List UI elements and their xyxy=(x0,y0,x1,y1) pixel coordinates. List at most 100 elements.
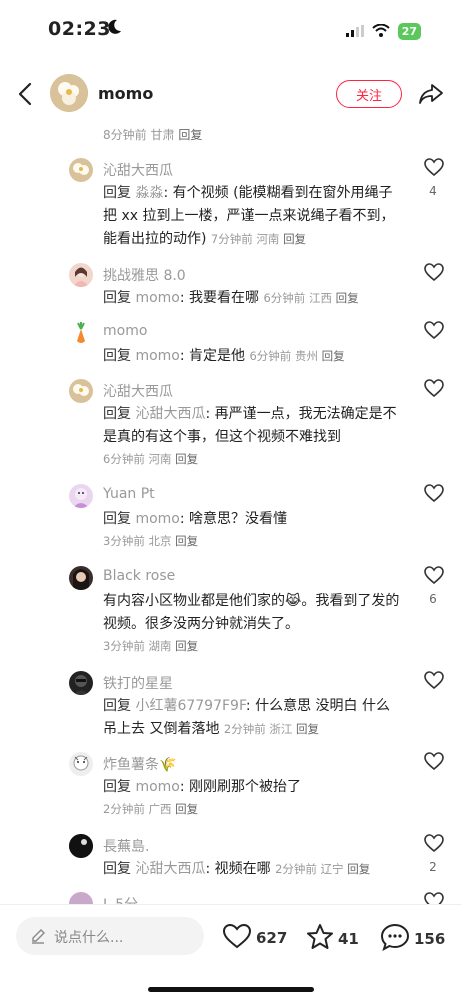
heart-icon[interactable] xyxy=(424,752,444,775)
reply-target[interactable]: momo xyxy=(135,290,179,306)
comment-count: 156 xyxy=(414,930,446,948)
comment-text[interactable]: 回复 momo: 啥意思？没看懂 3分钟前 北京 回复 xyxy=(103,508,403,551)
collect-button[interactable]: 41 xyxy=(306,923,359,954)
comment-location: 北京 xyxy=(148,534,172,548)
reply-prefix: 回复 xyxy=(103,861,131,877)
comment-content: 视频在哪 xyxy=(214,861,271,877)
commenter-name[interactable]: Yuan Pt xyxy=(103,486,155,502)
reply-target[interactable]: momo xyxy=(135,348,179,364)
reply-target[interactable]: 沁甜大西瓜 xyxy=(135,861,205,877)
avatar[interactable] xyxy=(69,834,93,858)
heart-icon[interactable] xyxy=(424,321,444,344)
reply-button[interactable]: 回复 xyxy=(175,534,198,548)
reply-button[interactable]: 回复 xyxy=(178,128,202,142)
comment-bubble-icon xyxy=(380,923,410,955)
avatar[interactable] xyxy=(69,484,93,508)
commenter-name[interactable]: 挑战雅思 8.0 xyxy=(103,265,186,285)
reply-target[interactable]: 沁甜大西瓜 xyxy=(135,406,205,422)
comment-time: 7分钟前 xyxy=(210,232,253,246)
reply-prefix: 回复 xyxy=(103,185,131,201)
comment-text[interactable]: 回复 沁甜大西瓜: 再严谨一点，我无法确定是不是真的有这个事，但这个视频不难找到… xyxy=(103,403,403,469)
previous-comment-meta: 8分钟前 甘肃 回复 xyxy=(103,126,202,143)
battery-indicator: 27 xyxy=(397,23,421,40)
avatar[interactable] xyxy=(69,566,93,590)
comment-time: 2分钟前 xyxy=(223,722,266,736)
comment-text[interactable]: 回复 淼淼: 有个视频 (能模糊看到在窗外用绳子把 xx 拉到上一楼，严谨一点来… xyxy=(103,182,403,251)
reply-prefix: 回复 xyxy=(103,348,131,364)
reply-button[interactable]: 回复 xyxy=(175,802,198,816)
comment-time: 3分钟前 xyxy=(103,639,145,653)
avatar[interactable] xyxy=(69,671,93,695)
status-time: 02:23 xyxy=(48,18,111,40)
comment-location: 河南 xyxy=(148,452,172,466)
reply-prefix: 回复 xyxy=(103,290,131,306)
reply-target[interactable]: momo xyxy=(135,779,179,795)
avatar[interactable] xyxy=(69,263,93,287)
heart-icon[interactable] xyxy=(424,834,444,857)
back-icon[interactable] xyxy=(16,82,36,110)
commenter-name[interactable]: 沁甜大西瓜 xyxy=(103,381,173,401)
commenter-name[interactable]: Black rose xyxy=(103,568,175,584)
status-bar: 02:23 27 xyxy=(0,0,461,60)
avatar[interactable] xyxy=(69,321,93,345)
comment-time: 6分钟前 xyxy=(103,452,145,466)
reply-button[interactable]: 回复 xyxy=(175,639,198,653)
comment-content: 我要看在哪 xyxy=(189,290,260,306)
comment-content: 啥意思？没看懂 xyxy=(189,511,288,527)
comment-text[interactable]: 回复 沁甜大西瓜: 视频在哪 2分钟前 辽宁 回复 xyxy=(103,858,403,881)
commenter-name[interactable]: 铁打的星星 xyxy=(103,673,173,693)
like-count: 4 xyxy=(429,184,437,198)
reply-button[interactable]: 回复 xyxy=(322,349,345,363)
post-header: momo 关注 xyxy=(0,68,461,124)
avatar[interactable] xyxy=(69,752,93,776)
avatar[interactable] xyxy=(69,158,93,182)
reply-button[interactable]: 回复 xyxy=(283,232,306,246)
heart-icon[interactable] xyxy=(424,379,444,402)
share-icon[interactable] xyxy=(418,82,444,110)
comment-content: 有内容小区物业都是他们家的😹。我看到了发的视频。很多没两分钟就消失了。 xyxy=(103,593,400,632)
heart-icon[interactable] xyxy=(424,158,444,181)
comment-text[interactable]: 回复 小红薯67797F9F: 什么意思 没明白 什么吊上去 又倒着落地 2分钟… xyxy=(103,695,403,741)
reply-prefix: 回复 xyxy=(103,511,131,527)
reply-button[interactable]: 回复 xyxy=(347,862,370,876)
like-count: 6 xyxy=(429,592,437,606)
comment-location: 甘肃 xyxy=(150,128,175,142)
like-count: 2 xyxy=(429,860,437,874)
like-count: 627 xyxy=(256,929,288,947)
reply-button[interactable]: 回复 xyxy=(296,722,319,736)
author-name[interactable]: momo xyxy=(98,84,153,103)
comment-location: 江西 xyxy=(308,291,332,305)
comment-content: 肯定是他 xyxy=(189,348,246,364)
comment-text[interactable]: 回复 momo: 我要看在哪 6分钟前 江西 回复 xyxy=(103,287,403,310)
home-indicator xyxy=(148,987,314,992)
moon-icon xyxy=(108,19,122,39)
reply-button[interactable]: 回复 xyxy=(336,291,359,305)
commenter-name[interactable]: 長蕪島. xyxy=(103,836,149,856)
comment-button[interactable]: 156 xyxy=(380,923,445,955)
reply-target[interactable]: 淼淼 xyxy=(135,185,163,201)
comment-input[interactable]: 说点什么... xyxy=(16,917,204,955)
commenter-name[interactable]: momo xyxy=(103,323,147,339)
comment-text[interactable]: 回复 momo: 刚刚刷那个被抬了 2分钟前 广西 回复 xyxy=(103,776,403,819)
comment-time: 6分钟前 xyxy=(249,349,292,363)
avatar[interactable] xyxy=(69,379,93,403)
comment-time: 8分钟前 xyxy=(103,128,147,142)
comment-time: 6分钟前 xyxy=(263,291,306,305)
heart-icon[interactable] xyxy=(424,263,444,286)
heart-icon[interactable] xyxy=(424,566,444,589)
commenter-name[interactable]: 沁甜大西瓜 xyxy=(103,160,173,180)
heart-icon[interactable] xyxy=(424,484,444,507)
reply-button[interactable]: 回复 xyxy=(175,452,198,466)
comment-time: 2分钟前 xyxy=(103,802,145,816)
reply-target[interactable]: 小红薯67797F9F xyxy=(135,698,245,714)
author-avatar[interactable] xyxy=(50,74,88,112)
heart-icon xyxy=(222,923,252,953)
commenter-name[interactable]: 炸鱼薯条🌾 xyxy=(103,754,176,774)
like-button[interactable]: 627 xyxy=(222,923,287,953)
comment-text[interactable]: 回复 momo: 肯定是他 6分钟前 贵州 回复 xyxy=(103,345,403,368)
follow-button[interactable]: 关注 xyxy=(336,80,402,108)
reply-target[interactable]: momo xyxy=(135,511,179,527)
comment-text[interactable]: 有内容小区物业都是他们家的😹。我看到了发的视频。很多没两分钟就消失了。 3分钟前… xyxy=(103,590,403,656)
heart-icon[interactable] xyxy=(424,671,444,694)
comment-location: 浙江 xyxy=(269,722,293,736)
